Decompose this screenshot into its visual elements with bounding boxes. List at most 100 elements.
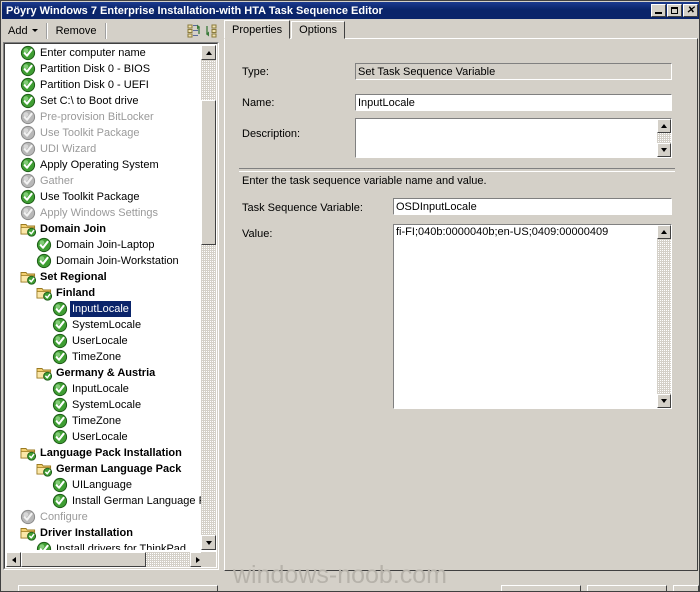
vertical-scroll-thumb[interactable] xyxy=(201,100,216,245)
check-enabled-icon xyxy=(36,253,52,269)
remove-button[interactable]: Remove xyxy=(51,21,102,40)
add-button[interactable]: Add xyxy=(3,21,43,40)
check-enabled-icon xyxy=(20,61,36,77)
tree-item-label: Partition Disk 0 - UEFI xyxy=(40,79,149,91)
tree-item-label: Finland xyxy=(56,287,96,299)
horizontal-scroll-thumb[interactable] xyxy=(21,552,146,567)
tree-item[interactable]: Language Pack Installation xyxy=(6,445,205,461)
tree-item[interactable]: Partition Disk 0 - BIOS xyxy=(6,61,205,77)
tab-options[interactable]: Options xyxy=(291,21,346,39)
check-enabled-icon xyxy=(52,301,68,317)
value-input[interactable]: fi-FI;040b:0000040b;en-US;0409:00000409 xyxy=(393,224,672,409)
check-enabled-icon xyxy=(20,77,36,93)
bottom-button-apply[interactable] xyxy=(673,585,699,591)
tree-item-label: Language Pack Installation xyxy=(40,447,182,459)
tree-item[interactable]: UILanguage xyxy=(6,477,205,493)
tree-item-label: SystemLocale xyxy=(72,399,142,411)
tab-options-label: Options xyxy=(299,24,338,36)
tree-item[interactable]: UserLocale xyxy=(6,333,205,349)
tree-item[interactable]: TimeZone xyxy=(6,413,205,429)
task-sequence-variable-label: Task Sequence Variable: xyxy=(242,202,363,214)
tree-item[interactable]: Set C:\ to Boot drive xyxy=(6,93,205,109)
folder-check-icon xyxy=(36,365,52,381)
check-enabled-icon xyxy=(20,93,36,109)
description-scrollbar[interactable] xyxy=(657,119,671,157)
tree-item[interactable]: Domain Join-Workstation xyxy=(6,253,205,269)
tree-item[interactable]: SystemLocale xyxy=(6,317,205,333)
tree-item-label: German Language Pack xyxy=(56,463,182,475)
tree-item-label: Germany & Austria xyxy=(56,367,156,379)
tree-item[interactable]: Apply Operating System xyxy=(6,157,205,173)
tree-item-label: UILanguage xyxy=(72,479,132,491)
name-input[interactable]: InputLocale xyxy=(355,94,672,111)
move-up-icon[interactable] xyxy=(185,22,203,40)
tree-item[interactable]: Finland xyxy=(6,285,205,301)
tree-item[interactable]: SystemLocale xyxy=(6,397,205,413)
tree-vertical-scrollbar[interactable] xyxy=(201,45,216,550)
check-enabled-icon xyxy=(52,429,68,445)
tree-viewport[interactable]: Enter computer name Partition Disk 0 - BI… xyxy=(6,45,205,550)
tree-item[interactable]: Configure xyxy=(6,509,205,525)
add-button-label: Add xyxy=(8,24,28,37)
tree-item-label: Domain Join xyxy=(40,223,107,235)
description-input[interactable] xyxy=(355,118,672,158)
bottom-button-left[interactable] xyxy=(18,585,218,591)
tree-item[interactable]: Domain Join-Laptop xyxy=(6,237,205,253)
tree-item[interactable]: Domain Join xyxy=(6,221,205,237)
tree-item-label: InputLocale xyxy=(70,301,131,317)
tree-item[interactable]: Partition Disk 0 - UEFI xyxy=(6,77,205,93)
check-enabled-icon xyxy=(20,157,36,173)
tree-item[interactable]: InputLocale xyxy=(6,381,205,397)
tree-item[interactable]: Set Regional xyxy=(6,269,205,285)
tree-item[interactable]: Pre-provision BitLocker xyxy=(6,109,205,125)
tree-item-label: Set Regional xyxy=(40,271,107,283)
tree-item[interactable]: InputLocale xyxy=(6,301,205,317)
tree-item[interactable]: TimeZone xyxy=(6,349,205,365)
tree-item[interactable]: Install German Language Pack xyxy=(6,493,205,509)
task-sequence-variable-input[interactable]: OSDInputLocale xyxy=(393,198,672,215)
tree-horizontal-scrollbar[interactable] xyxy=(6,552,205,567)
tree-item[interactable]: Gather xyxy=(6,173,205,189)
section-divider xyxy=(239,168,675,172)
value-scroll-up-button[interactable] xyxy=(657,225,671,239)
close-icon: ✕ xyxy=(686,5,695,16)
instruction-text: Enter the task sequence variable name an… xyxy=(242,175,487,187)
tree-item[interactable]: German Language Pack xyxy=(6,461,205,477)
description-scroll-up-button[interactable] xyxy=(657,119,671,133)
toolbar-separator-1 xyxy=(45,22,48,39)
tree-item[interactable]: Use Toolkit Package xyxy=(6,125,205,141)
description-scroll-track[interactable] xyxy=(657,133,671,143)
close-button[interactable]: ✕ xyxy=(683,4,698,17)
tree-item[interactable]: Install drivers for ThinkPad xyxy=(6,541,205,550)
move-down-icon[interactable] xyxy=(203,22,221,40)
scroll-down-button[interactable] xyxy=(201,535,216,550)
bottom-button-ok[interactable] xyxy=(501,585,581,591)
tree-item[interactable]: Enter computer name xyxy=(6,45,205,61)
tree-item[interactable]: Apply Windows Settings xyxy=(6,205,205,221)
properties-pane: Properties Options Type: Set Task Sequen… xyxy=(224,20,698,571)
tree-item[interactable]: Use Toolkit Package xyxy=(6,189,205,205)
tree-item-label: Enter computer name xyxy=(40,47,146,59)
check-enabled-icon xyxy=(36,237,52,253)
value-scroll-track[interactable] xyxy=(657,239,671,394)
check-enabled-icon xyxy=(52,413,68,429)
scroll-left-button[interactable] xyxy=(6,552,21,567)
maximize-button[interactable] xyxy=(667,4,682,17)
tree-item[interactable]: UDI Wizard xyxy=(6,141,205,157)
description-label: Description: xyxy=(242,128,301,140)
value-scroll-down-button[interactable] xyxy=(657,394,671,408)
tree-item[interactable]: Germany & Austria xyxy=(6,365,205,381)
minimize-button[interactable] xyxy=(651,4,666,17)
tree-item[interactable]: UserLocale xyxy=(6,429,205,445)
tree-item-label: UserLocale xyxy=(72,335,128,347)
description-scroll-down-button[interactable] xyxy=(657,143,671,157)
folder-check-icon xyxy=(20,221,36,237)
check-enabled-icon xyxy=(52,381,68,397)
tree-item[interactable]: Driver Installation xyxy=(6,525,205,541)
value-scrollbar[interactable] xyxy=(657,225,671,408)
scroll-up-button[interactable] xyxy=(201,45,216,60)
tab-properties[interactable]: Properties xyxy=(224,20,291,39)
task-sequence-tree[interactable]: Enter computer name Partition Disk 0 - BI… xyxy=(3,42,219,570)
title-bar: Pöyry Windows 7 Enterprise Installation-… xyxy=(2,2,699,19)
bottom-button-cancel[interactable] xyxy=(587,585,667,591)
